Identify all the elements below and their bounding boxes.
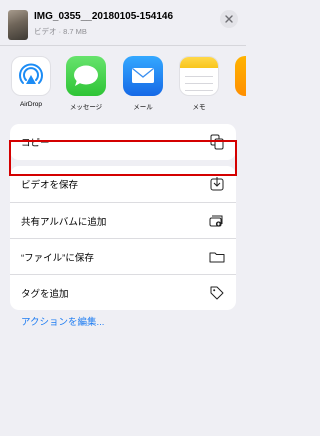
app-messages[interactable]: メッセージ (56, 56, 116, 111)
file-info: ビデオ · 8.7 MB (34, 27, 87, 36)
app-share-row: AirDrop メッセージ メール メモ (0, 48, 246, 114)
app-partial[interactable]: ifie (225, 56, 246, 108)
app-label-mail: メール (133, 104, 153, 111)
action-save-to-files-label: “ファイル”に保存 (21, 252, 94, 264)
folder-icon (209, 249, 225, 265)
app-label-notes: メモ (192, 104, 206, 111)
airdrop-icon (11, 56, 51, 96)
app-airdrop[interactable]: AirDrop (1, 56, 61, 108)
action-add-shared-album[interactable]: 共有アルバムに追加 (10, 202, 236, 238)
shared-album-icon (209, 213, 225, 229)
tag-icon (209, 285, 225, 301)
action-save-video[interactable]: ビデオを保存 (10, 166, 236, 202)
action-copy[interactable]: コピー (10, 124, 236, 160)
app-mail[interactable]: メール (113, 56, 173, 111)
copy-icon (209, 134, 225, 150)
header-divider (0, 45, 246, 46)
save-download-icon (209, 176, 225, 192)
app-label-partial: ifie (225, 101, 246, 108)
app-label-airdrop: AirDrop (19, 101, 43, 108)
action-group-copy: コピー (10, 124, 236, 160)
action-add-shared-album-label: 共有アルバムに追加 (21, 216, 107, 228)
edit-actions-link[interactable]: アクションを編集... (21, 314, 104, 328)
app-label-messages: メッセージ (69, 104, 103, 111)
app-icon (235, 56, 246, 96)
video-thumbnail (8, 10, 28, 40)
messages-icon (66, 56, 106, 96)
file-name: IMG_0355__20180105-154146 (34, 11, 174, 22)
action-copy-label: コピー (21, 138, 50, 149)
action-save-to-files[interactable]: “ファイル”に保存 (10, 238, 236, 274)
app-notes[interactable]: メモ (169, 56, 229, 111)
action-add-tags[interactable]: タグを追加 (10, 274, 236, 310)
notes-icon (179, 56, 219, 96)
action-add-tags-label: タグを追加 (21, 288, 69, 300)
action-group-save: ビデオを保存 共有アルバムに追加 “ファイル”に保存 タグを追加 (10, 166, 236, 310)
share-sheet-header: IMG_0355__20180105-154146 ビデオ · 8.7 MB (0, 0, 246, 44)
mail-icon (123, 56, 163, 96)
close-icon (225, 15, 233, 23)
action-save-video-label: ビデオを保存 (21, 180, 79, 191)
share-sheet: IMG_0355__20180105-154146 ビデオ · 8.7 MB A… (0, 0, 246, 436)
close-button[interactable] (220, 10, 238, 28)
